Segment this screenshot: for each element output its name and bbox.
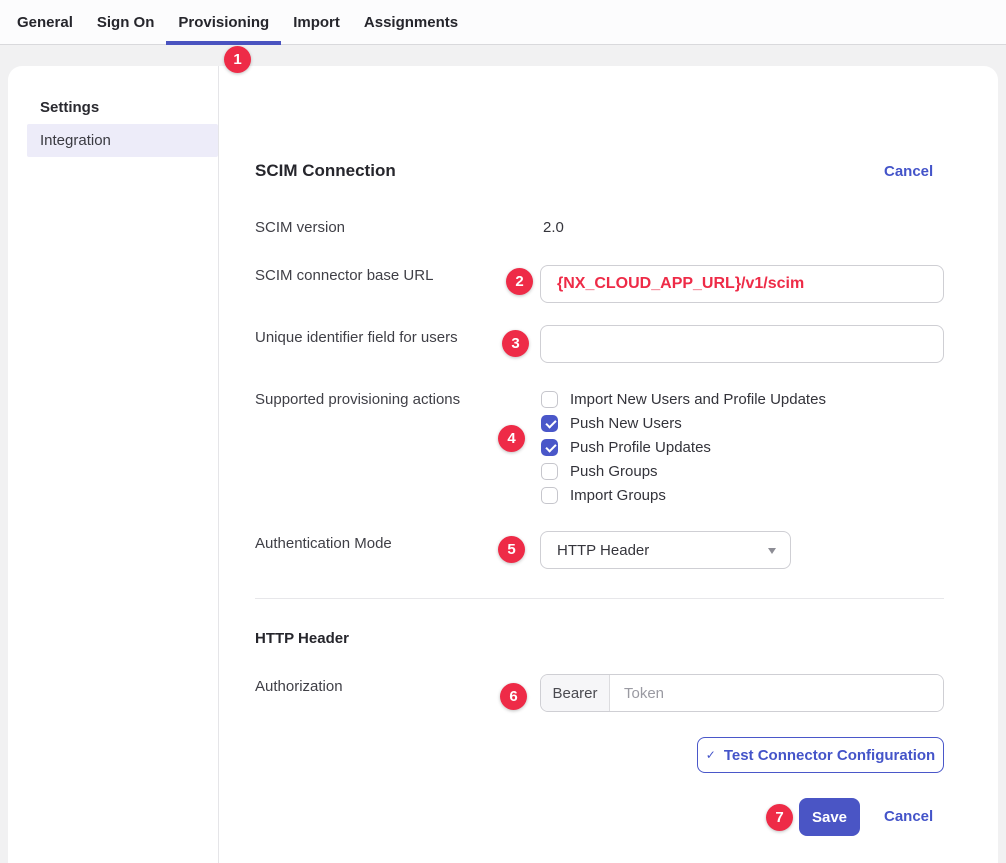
unique-id-label: Unique identifier field for users xyxy=(255,329,458,346)
check-icon: ✓ xyxy=(706,748,716,762)
checkbox-icon[interactable] xyxy=(541,415,558,432)
authorization-input-group: Bearer xyxy=(540,674,944,712)
checkbox-row-push-new-users[interactable]: Push New Users xyxy=(541,411,826,435)
tab-bar: General Sign On Provisioning Import Assi… xyxy=(0,0,1006,45)
checkbox-icon[interactable] xyxy=(541,391,558,408)
tab-sign-on[interactable]: Sign On xyxy=(85,0,167,45)
tab-import[interactable]: Import xyxy=(281,0,352,45)
checkbox-icon[interactable] xyxy=(541,487,558,504)
scim-version-value: 2.0 xyxy=(543,219,564,236)
chevron-down-icon xyxy=(768,548,776,554)
sidebar-heading-settings: Settings xyxy=(40,99,99,116)
checkbox-icon[interactable] xyxy=(541,439,558,456)
auth-mode-selected-value: HTTP Header xyxy=(557,542,649,559)
http-header-heading: HTTP Header xyxy=(255,630,349,647)
annotation-badge-3: 3 xyxy=(502,330,529,357)
checkbox-row-push-profile-updates[interactable]: Push Profile Updates xyxy=(541,435,826,459)
page-title: SCIM Connection xyxy=(255,161,396,181)
provisioning-actions-group: Import New Users and Profile Updates Pus… xyxy=(541,387,826,507)
annotation-badge-6: 6 xyxy=(500,683,527,710)
cancel-link-bottom[interactable]: Cancel xyxy=(884,808,933,825)
app-screen: General Sign On Provisioning Import Assi… xyxy=(0,0,1006,863)
sidebar-item-integration[interactable]: Integration xyxy=(27,124,218,157)
tab-provisioning[interactable]: Provisioning xyxy=(166,0,281,45)
base-url-label: SCIM connector base URL xyxy=(255,267,433,284)
annotation-badge-5: 5 xyxy=(498,536,525,563)
provisioning-actions-label: Supported provisioning actions xyxy=(255,391,460,408)
checkbox-label: Push Groups xyxy=(570,463,658,480)
checkbox-label: Push New Users xyxy=(570,415,682,432)
annotation-badge-2: 2 xyxy=(506,268,533,295)
checkbox-label: Push Profile Updates xyxy=(570,439,711,456)
checkbox-row-import-groups[interactable]: Import Groups xyxy=(541,483,826,507)
annotation-badge-4: 4 xyxy=(498,425,525,452)
cancel-link-top[interactable]: Cancel xyxy=(884,163,933,180)
test-connector-label: Test Connector Configuration xyxy=(724,747,935,764)
save-button[interactable]: Save xyxy=(799,798,860,836)
auth-mode-select[interactable]: HTTP Header xyxy=(540,531,791,569)
checkbox-label: Import New Users and Profile Updates xyxy=(570,391,826,408)
bearer-prefix: Bearer xyxy=(541,675,610,711)
checkbox-label: Import Groups xyxy=(570,487,666,504)
section-divider xyxy=(255,598,944,599)
tab-assignments[interactable]: Assignments xyxy=(352,0,470,45)
base-url-input[interactable] xyxy=(540,265,944,303)
token-input[interactable] xyxy=(610,675,943,711)
tab-general[interactable]: General xyxy=(5,0,85,45)
test-connector-button[interactable]: ✓ Test Connector Configuration xyxy=(697,737,944,773)
authorization-label: Authorization xyxy=(255,678,343,695)
annotation-badge-1: 1 xyxy=(224,46,251,73)
unique-id-input[interactable] xyxy=(540,325,944,363)
checkbox-row-import-users[interactable]: Import New Users and Profile Updates xyxy=(541,387,826,411)
scim-version-label: SCIM version xyxy=(255,219,345,236)
sidebar-divider xyxy=(218,66,219,863)
annotation-badge-7: 7 xyxy=(766,804,793,831)
checkbox-row-push-groups[interactable]: Push Groups xyxy=(541,459,826,483)
auth-mode-label: Authentication Mode xyxy=(255,535,392,552)
checkbox-icon[interactable] xyxy=(541,463,558,480)
